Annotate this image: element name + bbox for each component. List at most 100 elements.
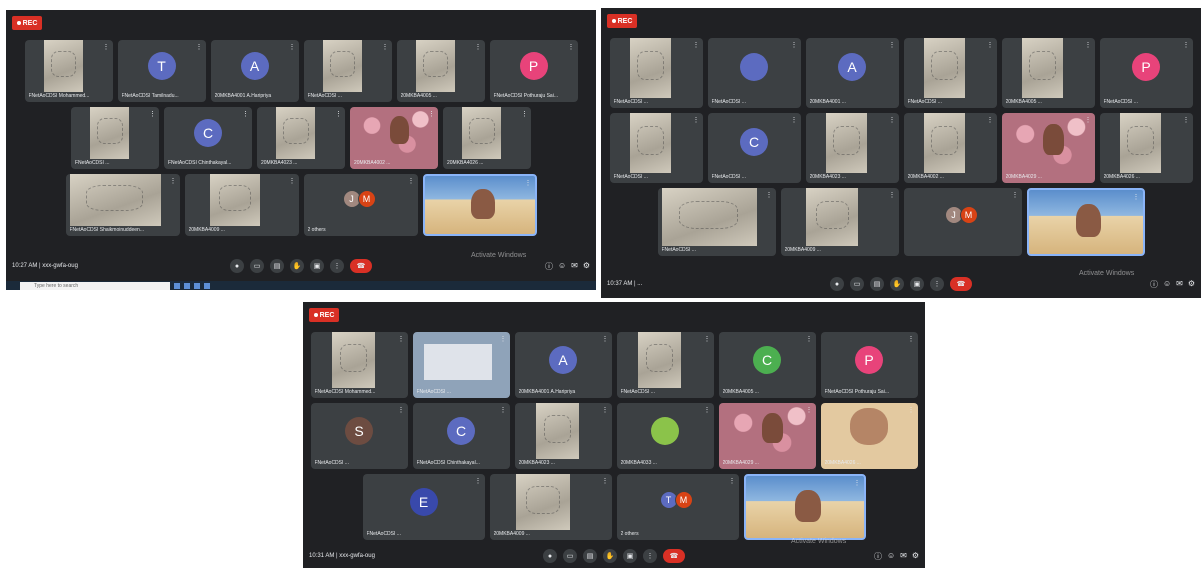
tile-menu-icon[interactable]: ⋮	[889, 117, 896, 125]
more-options-button[interactable]: ⋮	[330, 259, 344, 273]
tile-menu-icon[interactable]: ⋮	[149, 111, 156, 119]
present-button[interactable]: ▣	[910, 277, 924, 291]
tile-menu-icon[interactable]: ⋮	[1085, 42, 1092, 50]
tile-menu-icon[interactable]: ⋮	[335, 111, 342, 119]
activities-icon[interactable]: ⚙	[1188, 279, 1195, 290]
tile-menu-icon[interactable]: ⋮	[602, 478, 609, 486]
participant-tile[interactable]: P ⋮ FNetAoCDSI ...	[1099, 38, 1193, 108]
participant-tile[interactable]: ⋮ FNetAoCDSI ...	[616, 332, 714, 398]
participant-tile[interactable]: ⋮ FNetAoCDSI Mohammed...	[310, 332, 408, 398]
mic-button[interactable]: ●	[230, 259, 244, 273]
participant-tile[interactable]: A ⋮ 20MKBA4001 A.Haripriya	[514, 332, 612, 398]
present-button[interactable]: ▣	[310, 259, 324, 273]
tile-menu-icon[interactable]: ⋮	[791, 117, 798, 125]
participant-tile[interactable]: ⋮ 20MKBA4023 ...	[805, 113, 899, 183]
tile-menu-icon[interactable]: ⋮	[704, 407, 711, 415]
tile-menu-icon[interactable]: ⋮	[398, 407, 405, 415]
participant-tile[interactable]: ⋮ FNetAoCDSI ...	[412, 332, 510, 398]
captions-button[interactable]: ▤	[870, 277, 884, 291]
tile-menu-icon[interactable]: ⋮	[987, 117, 994, 125]
participant-tile[interactable]: A ⋮ 20MKBA4001 ...	[805, 38, 899, 108]
tile-menu-icon[interactable]: ⋮	[704, 336, 711, 344]
tile-menu-icon[interactable]: ⋮	[987, 42, 994, 50]
tile-menu-icon[interactable]: ⋮	[791, 42, 798, 50]
tile-menu-icon[interactable]: ⋮	[806, 407, 813, 415]
tile-menu-icon[interactable]: ⋮	[289, 178, 296, 186]
tile-menu-icon[interactable]: ⋮	[693, 42, 700, 50]
tile-menu-icon[interactable]: ⋮	[408, 178, 415, 186]
tile-menu-icon[interactable]: ⋮	[1012, 192, 1019, 200]
tile-menu-icon[interactable]: ⋮	[382, 44, 389, 52]
leave-call-button[interactable]: ☎	[350, 259, 372, 273]
participant-tile[interactable]: ⋮ FNetAoCDSI ...	[903, 38, 997, 108]
tile-menu-icon[interactable]: ⋮	[889, 42, 896, 50]
participant-tile[interactable]: ⋮ 20MKBA4023 ...	[257, 107, 345, 169]
tile-menu-icon[interactable]: ⋮	[602, 407, 609, 415]
tile-menu-icon[interactable]: ⋮	[1183, 117, 1190, 125]
taskbar-app-icon[interactable]	[194, 283, 200, 289]
tile-menu-icon[interactable]: ⋮	[602, 336, 609, 344]
people-icon[interactable]: ☺	[1163, 279, 1171, 290]
tile-menu-icon[interactable]: ⋮	[854, 480, 861, 488]
tile-menu-icon[interactable]: ⋮	[1133, 194, 1140, 202]
tile-menu-icon[interactable]: ⋮	[729, 478, 736, 486]
chat-icon[interactable]: ✉	[900, 551, 907, 562]
tile-menu-icon[interactable]: ⋮	[103, 44, 110, 52]
participant-tile[interactable]: ⋮	[422, 174, 537, 236]
tile-menu-icon[interactable]: ⋮	[693, 117, 700, 125]
taskbar-app-icon[interactable]	[174, 283, 180, 289]
participant-tile[interactable]: E ⋮ FNetAoCDSI ...	[362, 474, 485, 540]
people-icon[interactable]: ☺	[887, 551, 895, 562]
participant-tile[interactable]: P ⋮ FNetAoCDSI Pothuraju Sai...	[489, 40, 578, 102]
participant-tile[interactable]: J M ⋮ 2 others	[303, 174, 418, 236]
tile-menu-icon[interactable]: ⋮	[196, 44, 203, 52]
tile-menu-icon[interactable]: ⋮	[568, 44, 575, 52]
participant-tile[interactable]: P ⋮ FNetAoCDSI Pothuraju Sai...	[820, 332, 918, 398]
participant-tile[interactable]: ⋮ FNetAoCDSI ...	[303, 40, 392, 102]
camera-button[interactable]: ▭	[850, 277, 864, 291]
tile-menu-icon[interactable]: ⋮	[1085, 117, 1092, 125]
participant-tile[interactable]: ⋮ 20MKBA4005 ...	[1001, 38, 1095, 108]
camera-button[interactable]: ▭	[563, 549, 577, 563]
raise-hand-button[interactable]: ✋	[890, 277, 904, 291]
participant-tile[interactable]: J M ⋮	[903, 188, 1022, 256]
present-button[interactable]: ▣	[623, 549, 637, 563]
participant-tile[interactable]: ⋮ FNetAoCDSI Shaikmoinuddeen...	[65, 174, 180, 236]
participant-tile[interactable]: ⋮	[743, 474, 866, 540]
leave-call-button[interactable]: ☎	[950, 277, 972, 291]
taskbar-app-icon[interactable]	[184, 283, 190, 289]
tile-menu-icon[interactable]: ⋮	[1183, 42, 1190, 50]
tile-menu-icon[interactable]: ⋮	[525, 180, 532, 188]
participant-tile[interactable]: ⋮ 20MKBA4009 ...	[184, 174, 299, 236]
tile-menu-icon[interactable]: ⋮	[475, 44, 482, 52]
participant-tile[interactable]: C ⋮ 20MKBA4005 ...	[718, 332, 816, 398]
tile-menu-icon[interactable]: ⋮	[500, 336, 507, 344]
tile-menu-icon[interactable]: ⋮	[806, 336, 813, 344]
participant-tile[interactable]: ⋮ 20MKBA4023 ...	[514, 403, 612, 469]
participant-tile[interactable]: ⋮ 20MKBA4009 ...	[489, 474, 612, 540]
more-options-button[interactable]: ⋮	[643, 549, 657, 563]
mic-button[interactable]: ●	[830, 277, 844, 291]
participant-tile[interactable]: ⋮ 20MKBA4002 ...	[350, 107, 438, 169]
tile-menu-icon[interactable]: ⋮	[908, 407, 915, 415]
participant-tile[interactable]: ⋮ 20MKBA4029 ...	[718, 403, 816, 469]
participant-tile[interactable]: C ⋮ FNetAoCDSI Chinthakayal...	[412, 403, 510, 469]
participant-tile[interactable]: ⋮ 20MKBA4033 ...	[616, 403, 714, 469]
participant-tile[interactable]: ⋮ 20MKBA4009 ...	[780, 188, 899, 256]
camera-button[interactable]: ▭	[250, 259, 264, 273]
participant-tile[interactable]: ⋮ 20MKBA4026 ...	[443, 107, 531, 169]
tile-menu-icon[interactable]: ⋮	[170, 178, 177, 186]
tile-menu-icon[interactable]: ⋮	[289, 44, 296, 52]
tile-menu-icon[interactable]: ⋮	[398, 336, 405, 344]
participant-tile[interactable]: T M ⋮ 2 others	[616, 474, 739, 540]
participant-tile[interactable]: ⋮ 20MKBA4026 ...	[820, 403, 918, 469]
activities-icon[interactable]: ⚙	[912, 551, 919, 562]
tile-menu-icon[interactable]: ⋮	[521, 111, 528, 119]
participant-tile[interactable]: A ⋮ 20MKBA4001 A.Haripriya	[210, 40, 299, 102]
tile-menu-icon[interactable]: ⋮	[242, 111, 249, 119]
participant-tile[interactable]: ⋮ FNetAoCDSI Mohammed...	[24, 40, 113, 102]
captions-button[interactable]: ▤	[270, 259, 284, 273]
participant-tile[interactable]: C ⋮ FNetAoCDSI Chinthakayal...	[164, 107, 252, 169]
chat-icon[interactable]: ✉	[571, 261, 578, 272]
participant-tile[interactable]: T ⋮ FNetAoCDSI Tamilnadu...	[117, 40, 206, 102]
